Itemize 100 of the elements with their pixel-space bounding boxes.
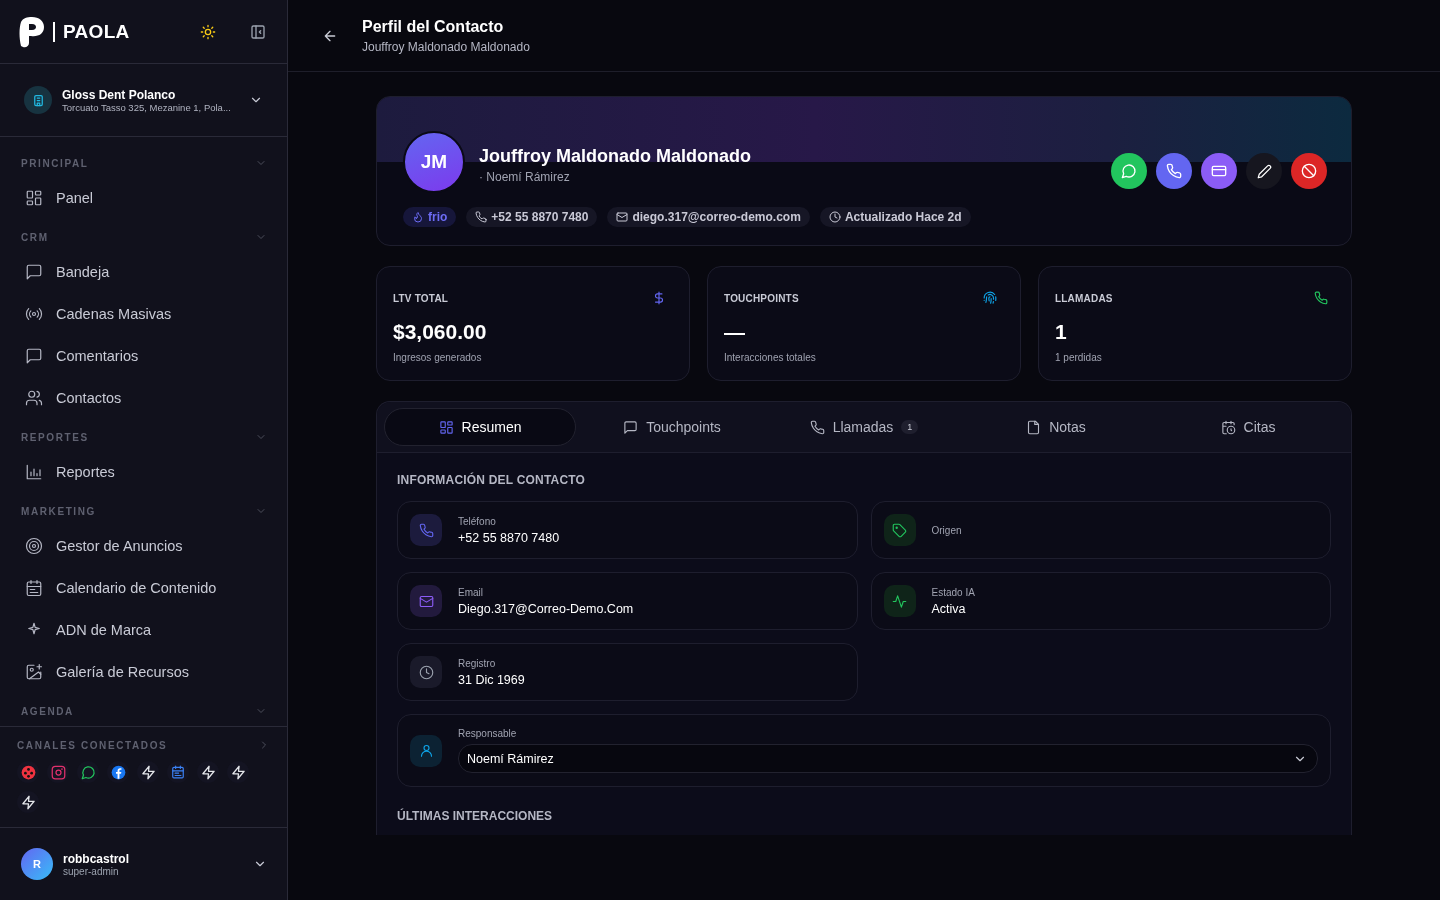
stat-value: —: [724, 320, 746, 344]
phone-icon: [1166, 163, 1182, 179]
section-title: CANALES CONECTADOS: [17, 739, 168, 751]
tag-icon: [892, 522, 907, 538]
field-value: Diego.317@Correo-Demo.Com: [458, 601, 634, 616]
phone-icon: [418, 522, 434, 538]
clinic-selector[interactable]: Gloss Dent Polanco Torcuato Tasso 325, Mezanine 1, Pola...: [0, 64, 287, 137]
tab[interactable]: Touchpoints: [576, 408, 768, 446]
circle-f-icon: [110, 764, 126, 780]
block-button[interactable]: [1291, 153, 1327, 189]
temperature-tag: frio: [403, 207, 457, 227]
lightning-icon: [140, 764, 156, 780]
info-chip: +52 55 8870 7480: [466, 207, 598, 227]
chat-bubble-icon: [25, 347, 43, 365]
owner-select[interactable]: Noemí Rámirez: [458, 744, 1318, 773]
payment-button[interactable]: [1201, 153, 1237, 189]
stat-note: 1 perdidas: [1055, 352, 1103, 363]
edit-button[interactable]: [1246, 153, 1282, 189]
contact-name: Jouffroy Maldonado Maldonado: [479, 146, 752, 167]
fingerprint-icon: [983, 291, 997, 305]
chat-bubble-icon: [1121, 163, 1137, 179]
nav-item[interactable]: Panel: [21, 177, 100, 219]
nav-item[interactable]: Cadenas Masivas: [21, 293, 178, 335]
nav-item[interactable]: Galería de Recursos: [21, 651, 195, 693]
channel-button[interactable]: [137, 761, 159, 783]
field-value: +52 55 8870 7480: [458, 530, 560, 545]
nav-item[interactable]: Gestor de Anuncios: [21, 525, 189, 567]
dashboard-icon: [438, 419, 454, 435]
stat-label: TOUCHPOINTS: [724, 292, 799, 304]
brand-name: PAOLA: [63, 20, 130, 43]
user-avatar: R: [21, 848, 53, 880]
channel-button[interactable]: [17, 791, 39, 813]
tab[interactable]: Citas: [1152, 408, 1344, 446]
dots-circle-icon: [20, 764, 36, 780]
phone-icon: [1314, 291, 1328, 305]
calendar-clock-icon: [1220, 419, 1236, 435]
bar-chart-icon: [25, 463, 43, 481]
section-title: REPORTES: [21, 431, 89, 443]
channel-button[interactable]: [197, 761, 219, 783]
select-value: Noemí Rámirez: [467, 751, 554, 766]
nav-item[interactable]: Bandeja: [21, 251, 116, 293]
clinic-name: Gloss Dent Polanco: [62, 87, 177, 102]
pencil-icon: [1256, 163, 1272, 179]
whatsapp-button[interactable]: [1111, 153, 1147, 189]
section-heading: INFORMACIÓN DEL CONTACTO: [397, 473, 587, 487]
mail-icon: [616, 211, 629, 223]
activity-icon: [892, 593, 907, 609]
nav-item[interactable]: Comentarios: [21, 335, 145, 377]
stat-note: Ingresos generados: [393, 352, 483, 363]
chat-bubble-icon: [25, 263, 43, 281]
camera-icon: [50, 764, 66, 780]
note-icon: [1026, 419, 1042, 435]
tab[interactable]: Notas: [960, 408, 1152, 446]
field-label: Email: [458, 586, 484, 598]
nav-item[interactable]: Contactos: [21, 377, 128, 419]
target-icon: [25, 537, 43, 555]
user-role: super-admin: [63, 865, 120, 877]
lightning-icon: [230, 764, 246, 780]
page-subtitle: Jouffroy Maldonado Maldonado: [362, 39, 530, 54]
field-label: Responsable: [458, 728, 518, 739]
lightning-icon: [200, 764, 216, 780]
lightning-icon: [20, 794, 36, 810]
clinic-address: Torcuato Tasso 325, Mezanine 1, Pola...: [62, 101, 232, 113]
users-icon: [25, 389, 43, 407]
field-label: Teléfono: [458, 515, 497, 527]
contact-avatar: JM: [403, 131, 465, 193]
stat-value: $3,060.00: [393, 320, 488, 344]
nav-item[interactable]: Reportes: [21, 451, 121, 493]
stat-value: 1: [1055, 320, 1068, 344]
info-chip: diego.317@correo-demo.com: [607, 207, 810, 227]
dollar-icon: [652, 291, 666, 305]
broadcast-icon: [25, 305, 43, 323]
calendar-icon: [171, 765, 185, 779]
channel-button[interactable]: [107, 761, 129, 783]
phone-icon: [809, 419, 825, 435]
credit-card-icon: [1211, 163, 1227, 179]
call-button[interactable]: [1156, 153, 1192, 189]
field-label: Origen: [931, 524, 962, 536]
channel-button[interactable]: [77, 761, 99, 783]
field-value: Activa: [931, 601, 967, 616]
section-title: AGENDA: [21, 705, 74, 717]
phone-icon: [475, 211, 488, 223]
nav-item[interactable]: Calendario de Contenido: [21, 567, 223, 609]
user-menu[interactable]: R robbcastrol super-admin: [0, 828, 287, 900]
chat-bubble-icon: [623, 419, 639, 435]
calendar-icon: [25, 579, 43, 597]
chat-bubble-icon: [80, 764, 96, 780]
channel-button[interactable]: [227, 761, 249, 783]
tab[interactable]: Llamadas 1: [768, 408, 960, 446]
sidebar-collapse-icon: [250, 23, 266, 40]
nav-item[interactable]: ADN de Marca: [21, 609, 158, 651]
contact-owner: · Noemí Rámirez: [479, 170, 571, 184]
dashboard-icon: [25, 189, 43, 207]
section-title: MARKETING: [21, 505, 96, 517]
tab[interactable]: Resumen: [384, 408, 576, 446]
logo-icon: [17, 15, 45, 48]
field-value: 31 Dic 1969: [458, 672, 525, 687]
sun-icon: [200, 23, 216, 40]
mail-icon: [418, 593, 434, 609]
user-name: robbcastrol: [63, 851, 130, 866]
